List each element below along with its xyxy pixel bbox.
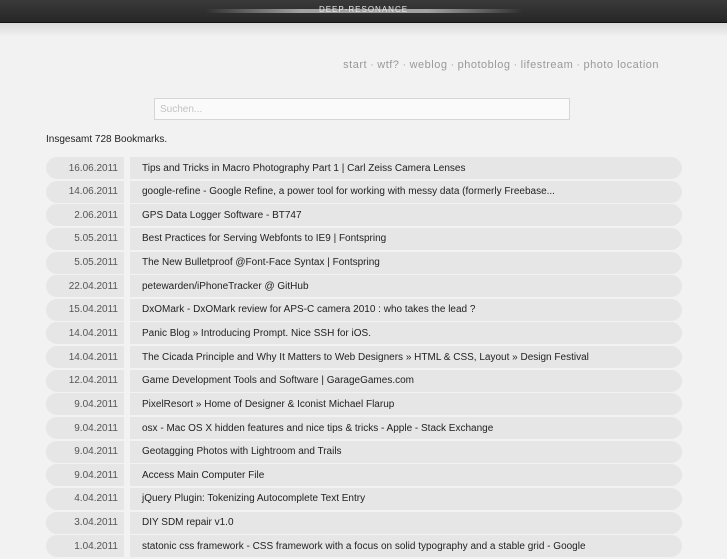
bookmark-row[interactable]: 9.04.2011 osx - Mac OS X hidden features … — [46, 417, 682, 440]
bookmark-title-link[interactable]: The Cicada Principle and Why It Matters … — [130, 352, 682, 363]
bookmark-title-link[interactable]: statonic css framework - CSS framework w… — [130, 541, 682, 552]
bookmark-title-link[interactable]: DIY SDM repair v1.0 — [130, 517, 682, 528]
bookmark-row[interactable]: 15.04.2011 DxOMark - DxOMark review for A… — [46, 298, 682, 321]
bookmark-title-link[interactable]: google-refine - Google Refine, a power t… — [130, 186, 682, 197]
bookmark-title-link[interactable]: The New Bulletproof @Font-Face Syntax | … — [130, 257, 682, 268]
bookmark-date: 12.04.2011 — [68, 375, 118, 387]
bookmark-row[interactable]: 9.04.2011 Access Main Computer File — [46, 464, 682, 487]
bookmark-row[interactable]: 12.04.2011 Game Development Tools and Sof… — [46, 369, 682, 392]
bookmark-row[interactable]: 4.04.2011 jQuery Plugin: Tokenizing Autoc… — [46, 487, 682, 510]
bookmark-date: 5.05.2011 — [74, 257, 118, 269]
bookmark-row[interactable]: 1.04.2011 statonic css framework - CSS fr… — [46, 535, 682, 558]
bookmark-row[interactable]: 14.04.2011 The Cicada Principle and Why I… — [46, 346, 682, 369]
site-logo[interactable]: DEEP-RESONANCE — [0, 5, 727, 14]
bookmark-title-link[interactable]: Access Main Computer File — [130, 470, 682, 481]
bookmark-title-link[interactable]: PixelResort » Home of Designer & Iconist… — [130, 399, 682, 410]
bookmark-row[interactable]: 14.06.2011 google-refine - Google Refine,… — [46, 180, 682, 203]
bookmark-date: 3.04.2011 — [74, 517, 118, 529]
bookmark-title-link[interactable]: Geotagging Photos with Lightroom and Tra… — [130, 446, 682, 457]
bookmark-row[interactable]: 9.04.2011 Geotagging Photos with Lightroo… — [46, 440, 682, 463]
nav-photoblog[interactable]: photoblog — [458, 59, 511, 71]
bookmark-row[interactable]: 9.04.2011 PixelResort » Home of Designer … — [46, 393, 682, 416]
bookmark-date: 5.05.2011 — [74, 233, 118, 245]
bookmark-count: Insgesamt 728 Bookmarks. — [46, 134, 168, 145]
bookmark-title-link[interactable]: Tips and Tricks in Macro Photography Par… — [130, 163, 682, 174]
bookmark-row[interactable]: 22.04.2011 petewarden/iPhoneTracker @ Git… — [46, 275, 682, 298]
nav-separator: · — [576, 59, 581, 71]
bookmark-title-link[interactable]: DxOMark - DxOMark review for APS-C camer… — [130, 304, 682, 315]
nav-separator: · — [513, 59, 518, 71]
bookmark-date: 2.06.2011 — [74, 209, 118, 221]
bookmark-list: 16.06.2011 Tips and Tricks in Macro Photo… — [46, 157, 682, 559]
bookmark-date: 14.06.2011 — [68, 186, 118, 198]
bookmark-title-link[interactable]: GPS Data Logger Software - BT747 — [130, 210, 682, 221]
bookmark-title-link[interactable]: Game Development Tools and Software | Ga… — [130, 375, 682, 386]
bookmark-date: 14.04.2011 — [68, 351, 118, 363]
nav-separator: · — [370, 59, 375, 71]
bookmark-date: 16.06.2011 — [68, 162, 118, 174]
bookmark-date: 14.04.2011 — [68, 327, 118, 339]
nav-start[interactable]: start — [343, 59, 367, 71]
nav-photo-location[interactable]: photo location — [584, 59, 660, 71]
bookmark-date: 22.04.2011 — [68, 280, 118, 292]
bookmark-date: 9.04.2011 — [74, 422, 118, 434]
search-input[interactable] — [154, 98, 570, 120]
nav-separator: · — [402, 59, 407, 71]
header-shadow — [0, 23, 727, 37]
bookmark-row[interactable]: 3.04.2011 DIY SDM repair v1.0 — [46, 511, 682, 534]
nav-lifestream[interactable]: lifestream — [521, 59, 574, 71]
bookmark-row[interactable]: 16.06.2011 Tips and Tricks in Macro Photo… — [46, 157, 682, 179]
bookmark-date: 9.04.2011 — [74, 398, 118, 410]
bookmark-row[interactable]: 14.04.2011 Panic Blog » Introducing Promp… — [46, 322, 682, 345]
bookmark-date: 4.04.2011 — [74, 493, 118, 505]
bookmark-title-link[interactable]: Panic Blog » Introducing Prompt. Nice SS… — [130, 328, 682, 339]
bookmark-title-link[interactable]: petewarden/iPhoneTracker @ GitHub — [130, 281, 682, 292]
bookmark-row[interactable]: 5.05.2011 The New Bulletproof @Font-Face … — [46, 251, 682, 274]
bookmark-date: 9.04.2011 — [74, 469, 118, 481]
nav-weblog[interactable]: weblog — [410, 59, 448, 71]
nav-separator: · — [450, 59, 455, 71]
bookmark-date: 15.04.2011 — [68, 304, 118, 316]
bookmark-row[interactable]: 5.05.2011 Best Practices for Serving Webf… — [46, 227, 682, 250]
bookmark-row[interactable]: 2.06.2011 GPS Data Logger Software - BT74… — [46, 204, 682, 227]
bookmark-title-link[interactable]: Best Practices for Serving Webfonts to I… — [130, 233, 682, 244]
bookmark-date: 9.04.2011 — [74, 446, 118, 458]
bookmark-date: 1.04.2011 — [74, 540, 118, 552]
bookmark-title-link[interactable]: jQuery Plugin: Tokenizing Autocomplete T… — [130, 493, 682, 504]
bookmark-title-link[interactable]: osx - Mac OS X hidden features and nice … — [130, 423, 682, 434]
nav-wtf[interactable]: wtf? — [377, 59, 399, 71]
main-nav: start · wtf? · weblog · photoblog · lifestream · p… — [343, 59, 659, 71]
top-bar: DEEP-RESONANCE — [0, 0, 727, 23]
